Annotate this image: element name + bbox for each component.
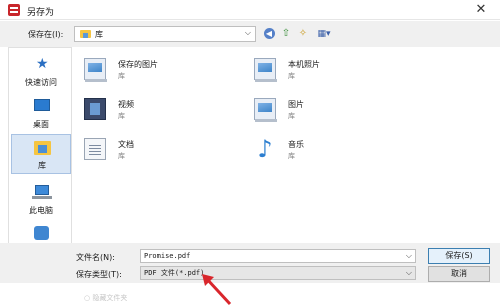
pin-icon: ★ <box>36 56 49 72</box>
save-button[interactable]: 保存(S) <box>428 248 490 264</box>
filetype-select[interactable]: PDF 文件(*.pdf) ⌵ <box>140 266 416 280</box>
item-type: 库 <box>118 112 125 120</box>
sidebar-item-this-pc[interactable]: 此电脑 <box>11 178 71 218</box>
cancel-button[interactable]: 取消 <box>428 266 490 282</box>
video-library-icon <box>84 98 106 120</box>
document-library-icon <box>84 138 106 160</box>
save-form: 文件名(N): Promise.pdf ⌵ 保存类型(T): PDF 文件(*.… <box>0 243 500 283</box>
up-folder-icon[interactable]: ⇧ <box>279 27 293 41</box>
sidebar-item-label: 快速访问 <box>25 78 57 87</box>
item-type: 库 <box>118 72 125 80</box>
new-folder-icon[interactable]: ✧ <box>296 27 310 41</box>
sidebar-item-desktop[interactable]: 桌面 <box>11 92 71 132</box>
chevron-down-icon[interactable]: ⌵ <box>245 28 251 38</box>
sidebar-item-label: 桌面 <box>33 120 49 129</box>
network-icon <box>34 226 49 240</box>
save-in-label: 保存在(I): <box>28 30 64 39</box>
sidebar-item-label: 库 <box>38 161 46 170</box>
desktop-icon <box>34 99 50 111</box>
list-item[interactable]: 图片 库 <box>248 95 448 125</box>
title-bar: 另存为 ✕ <box>0 0 500 20</box>
music-library-icon: ♪ <box>257 135 273 163</box>
item-name: 图片 <box>288 100 304 109</box>
toolbar: 保存在(I): 库 ⌵ ◀ ⇧ ✧ ▦▾ <box>0 21 500 47</box>
library-icon <box>34 141 51 155</box>
sidebar-item-quick-access[interactable]: ★ 快速访问 <box>11 50 71 90</box>
item-name: 视频 <box>118 100 134 109</box>
location-dropdown[interactable]: 库 ⌵ <box>74 26 256 42</box>
image-library-icon <box>84 58 107 82</box>
computer-icon <box>32 185 52 199</box>
item-type: 库 <box>118 152 125 160</box>
footer-area: ○ 隐藏文件夹 <box>0 283 500 308</box>
back-icon: ◀ <box>263 28 275 39</box>
chevron-down-icon[interactable]: ⌵ <box>406 267 412 279</box>
chevron-down-icon[interactable]: ⌵ <box>406 250 412 262</box>
item-name: 保存的图片 <box>118 60 158 69</box>
hide-folders-toggle[interactable]: ○ 隐藏文件夹 <box>84 293 127 303</box>
file-list: 保存的图片 库 本机照片 库 视频 库 图片 库 文档 库 ♪ 音乐 库 <box>74 47 500 243</box>
close-icon[interactable]: ✕ <box>470 3 492 17</box>
sidebar-item-label: 此电脑 <box>29 206 53 215</box>
image-library-icon <box>254 98 277 122</box>
back-button[interactable]: ◀ <box>262 27 276 41</box>
item-name: 本机照片 <box>288 60 320 69</box>
filename-value: Promise.pdf <box>144 252 191 260</box>
item-type: 库 <box>288 72 295 80</box>
app-icon <box>8 4 20 16</box>
item-type: 库 <box>288 112 295 120</box>
filename-field[interactable]: Promise.pdf ⌵ <box>140 249 416 263</box>
item-name: 音乐 <box>288 140 304 149</box>
list-item[interactable]: ♪ 音乐 库 <box>248 135 448 165</box>
sidebar-item-library[interactable]: 库 <box>11 134 71 174</box>
annotation-arrow-icon <box>202 274 232 306</box>
filetype-label: 保存类型(T): <box>76 270 122 279</box>
view-menu-icon[interactable]: ▦▾ <box>314 27 334 41</box>
list-item[interactable]: 本机照片 库 <box>248 55 448 85</box>
places-sidebar: ★ 快速访问 桌面 库 此电脑 网络 <box>8 47 72 267</box>
window-title: 另存为 <box>27 8 55 18</box>
filename-label: 文件名(N): <box>76 253 115 262</box>
item-type: 库 <box>288 152 295 160</box>
save-as-dialog: 另存为 ✕ 保存在(I): 库 ⌵ ◀ ⇧ ✧ ▦▾ ★ 快速访问 桌面 库 此… <box>0 0 500 308</box>
image-library-icon <box>254 58 277 82</box>
library-folder-icon <box>80 30 91 38</box>
item-name: 文档 <box>118 140 134 149</box>
location-value: 库 <box>95 30 103 39</box>
